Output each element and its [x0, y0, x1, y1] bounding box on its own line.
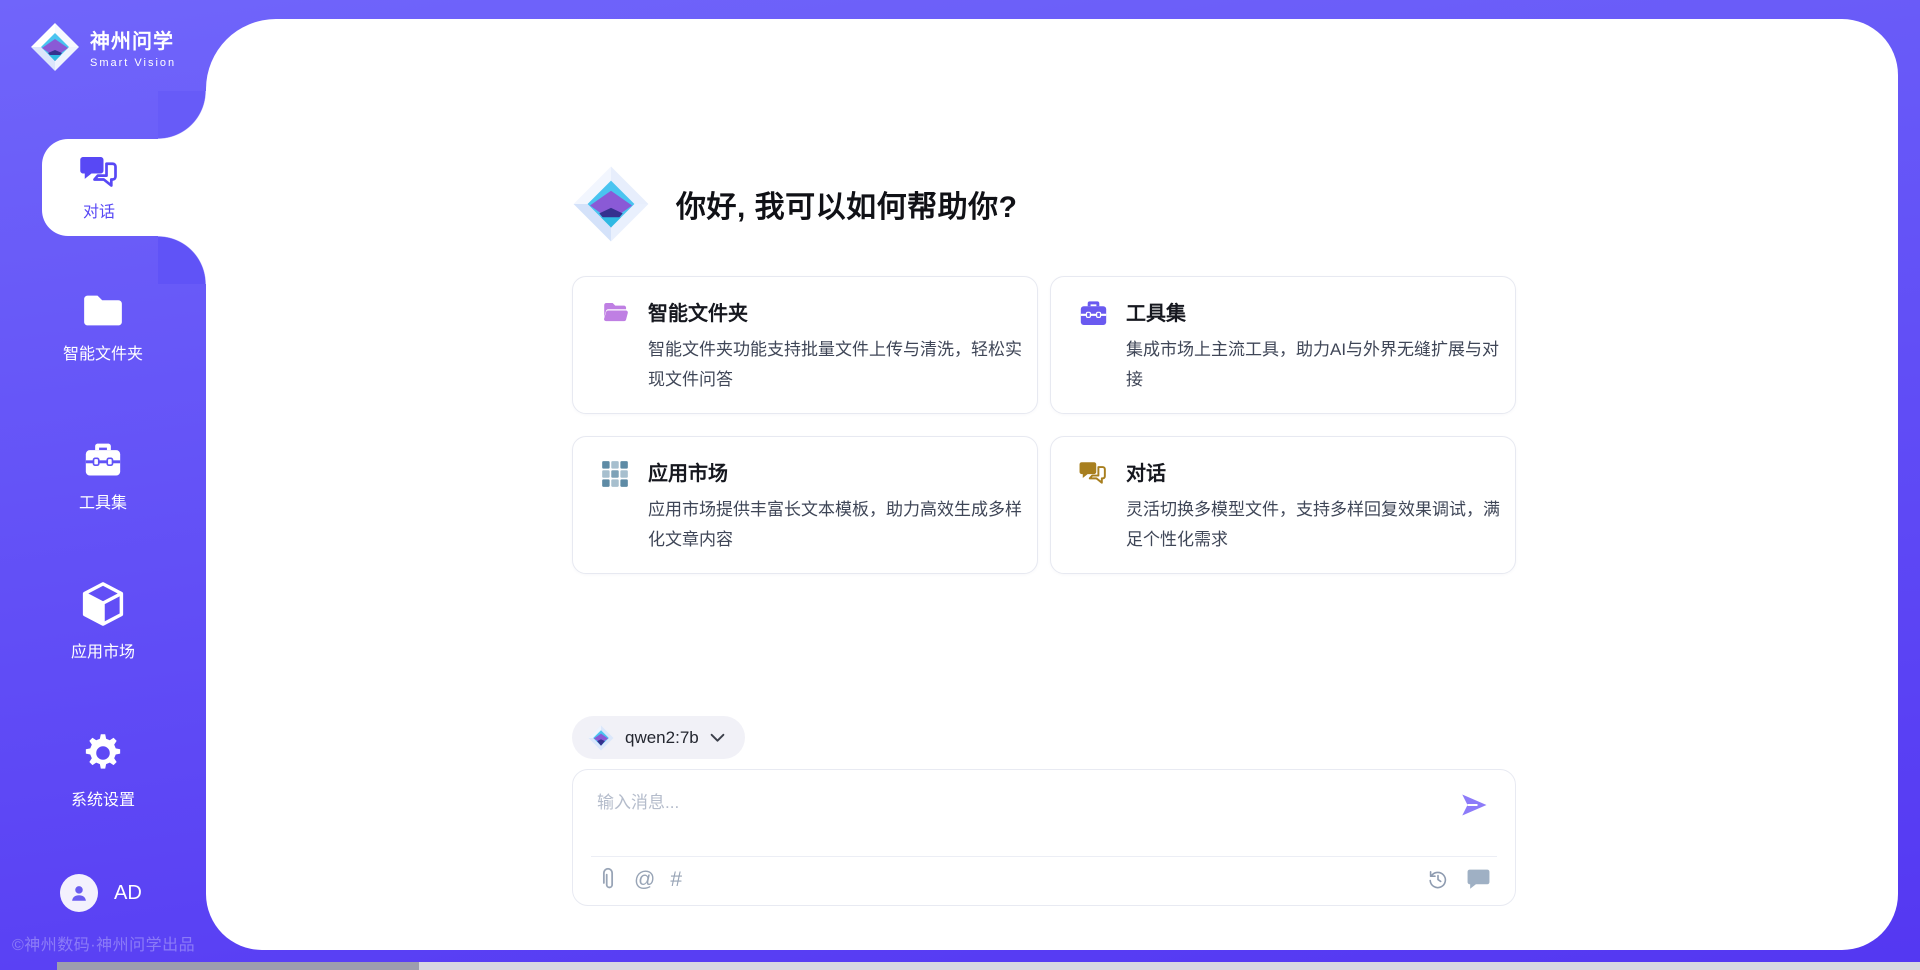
- history-icon[interactable]: [1426, 867, 1450, 891]
- card-title: 对话: [1126, 457, 1510, 486]
- user-initials: AD: [114, 882, 142, 905]
- scrollbar-thumb[interactable]: [57, 962, 419, 970]
- footer-credit: ©神州数码·神州问学出品: [12, 931, 195, 955]
- greeting-title: 你好, 我可以如何帮助你?: [676, 182, 1018, 226]
- chevron-down-icon: [710, 733, 725, 743]
- message-input[interactable]: [597, 788, 1457, 844]
- sidebar: 神州问学 Smart Vision 对话 智能文件夹: [0, 0, 206, 970]
- cube-icon: [82, 581, 124, 627]
- card-app-market[interactable]: 应用市场 应用市场提供丰富长文本模板，助力高效生成多样化文章内容: [572, 436, 1038, 574]
- card-description: 灵活切换多模型文件，支持多样回复效果调试，满足个性化需求: [1126, 495, 1510, 555]
- briefcase-icon: [83, 442, 123, 478]
- card-description: 智能文件夹功能支持批量文件上传与清洗，轻松实现文件问答: [648, 335, 1032, 395]
- sidebar-item-smart-folder[interactable]: 智能文件夹: [0, 292, 206, 364]
- folder-open-icon: [601, 297, 631, 395]
- tab-fillet-bottom: [158, 236, 206, 284]
- app-logo: 神州问学 Smart Vision: [30, 22, 176, 72]
- card-description: 集成市场上主流工具，助力AI与外界无缝扩展与对接: [1126, 335, 1510, 395]
- card-chat[interactable]: 对话 灵活切换多模型文件，支持多样回复效果调试，满足个性化需求: [1050, 436, 1516, 574]
- chat-bubbles-icon: [1079, 457, 1109, 555]
- chat-bubbles-icon: [79, 154, 119, 190]
- card-title: 应用市场: [648, 457, 1032, 486]
- sidebar-item-chat[interactable]: 对话: [42, 139, 207, 236]
- horizontal-scrollbar[interactable]: [57, 962, 1920, 970]
- brand-name: 神州问学: [90, 25, 176, 54]
- card-smart-folder[interactable]: 智能文件夹 智能文件夹功能支持批量文件上传与清洗，轻松实现文件问答: [572, 276, 1038, 414]
- greeting-block: 你好, 我可以如何帮助你?: [572, 165, 1018, 243]
- diamond-logo-icon: [30, 22, 80, 72]
- brand-subtitle: Smart Vision: [90, 57, 176, 69]
- model-name: qwen2:7b: [625, 728, 699, 748]
- sidebar-item-app-market[interactable]: 应用市场: [0, 581, 206, 662]
- user-account[interactable]: AD: [60, 874, 142, 912]
- sidebar-item-settings[interactable]: 系统设置: [0, 731, 206, 810]
- tab-fillet-top: [158, 91, 206, 139]
- card-title: 工具集: [1126, 297, 1510, 326]
- message-composer: @ #: [572, 769, 1516, 906]
- briefcase-icon: [1079, 297, 1109, 395]
- sidebar-item-label: 系统设置: [71, 786, 135, 810]
- sidebar-item-label: 工具集: [79, 489, 127, 513]
- main-content-panel: 你好, 我可以如何帮助你? 智能文件夹 智能文件夹功能支持批量文件上传与清洗，轻…: [206, 19, 1898, 950]
- folder-icon: [81, 292, 125, 329]
- diamond-logo-icon: [588, 725, 614, 751]
- avatar: [60, 874, 98, 912]
- feature-cards: 智能文件夹 智能文件夹功能支持批量文件上传与清洗，轻松实现文件问答 工具集 集成…: [572, 276, 1516, 574]
- sidebar-item-label: 应用市场: [71, 638, 135, 662]
- grid-icon: [601, 457, 631, 555]
- topic-icon[interactable]: #: [670, 868, 682, 892]
- model-selector[interactable]: qwen2:7b: [572, 716, 745, 759]
- mention-icon[interactable]: @: [634, 868, 655, 892]
- diamond-logo-icon: [572, 165, 650, 243]
- sidebar-item-label: 智能文件夹: [63, 340, 143, 364]
- send-icon[interactable]: [1459, 790, 1489, 820]
- composer-divider: [591, 856, 1497, 857]
- card-description: 应用市场提供丰富长文本模板，助力高效生成多样化文章内容: [648, 495, 1032, 555]
- card-title: 智能文件夹: [648, 297, 1032, 326]
- card-toolset[interactable]: 工具集 集成市场上主流工具，助力AI与外界无缝扩展与对接: [1050, 276, 1516, 414]
- paperclip-icon[interactable]: [597, 867, 619, 893]
- sidebar-item-label: 对话: [83, 198, 115, 222]
- chat-filled-icon[interactable]: [1466, 868, 1491, 890]
- sidebar-item-toolset[interactable]: 工具集: [0, 442, 206, 513]
- gear-icon: [81, 731, 125, 775]
